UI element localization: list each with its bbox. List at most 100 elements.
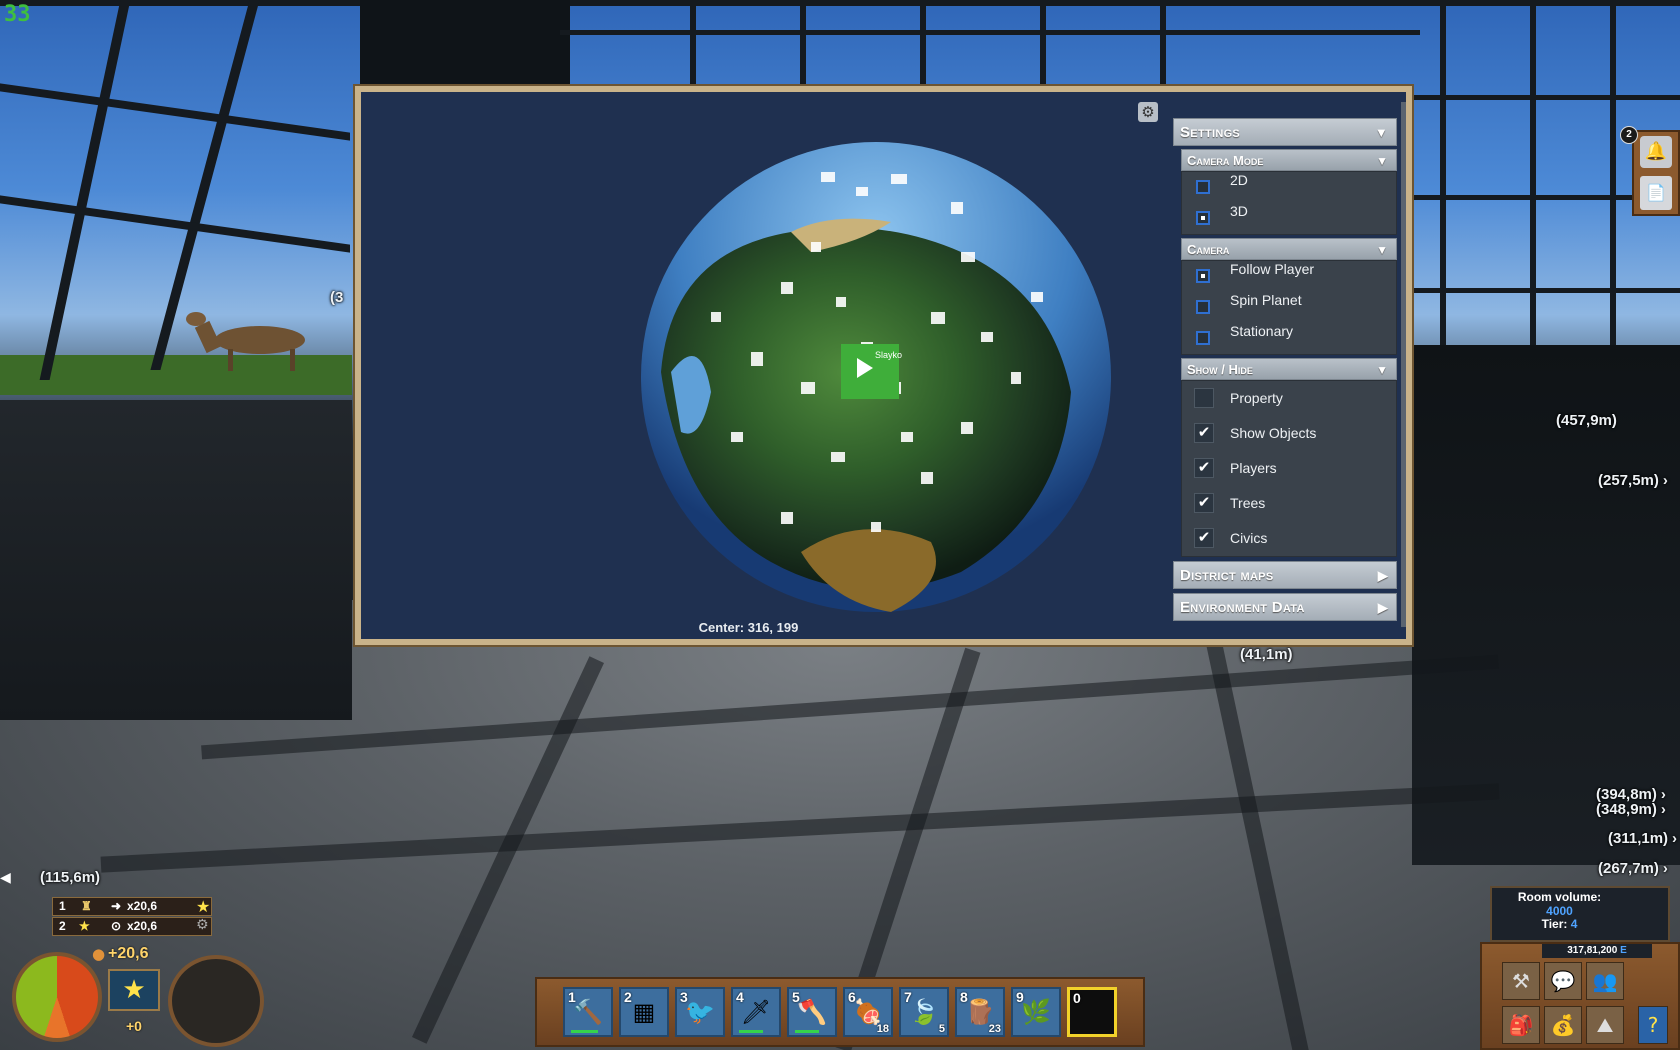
- gear-icon[interactable]: ⚙: [1138, 102, 1158, 122]
- hotbar-slot[interactable]: 🌿 9: [1011, 987, 1061, 1037]
- spin-planet-option[interactable]: Spin Planet: [1182, 292, 1396, 323]
- radio-button[interactable]: [1196, 211, 1210, 225]
- checkmark-icon[interactable]: ✔: [1194, 528, 1214, 548]
- map-viewport[interactable]: Slayko Center: 316, 199 ⚙ Settings ▼ Cam…: [361, 92, 1406, 639]
- chevron-right-icon: ▶: [1377, 568, 1388, 583]
- star-icon[interactable]: ★: [196, 897, 210, 916]
- property-toggle[interactable]: Property: [1182, 381, 1396, 416]
- slot-number: 7: [904, 989, 912, 1005]
- radio-button[interactable]: [1196, 269, 1210, 283]
- checkmark-icon[interactable]: ✔: [1194, 423, 1214, 443]
- backpack-icon[interactable]: 🎒: [1502, 1006, 1540, 1044]
- chevron-down-icon: ▼: [1376, 363, 1388, 377]
- slot-number: 5: [792, 989, 800, 1005]
- bell-icon[interactable]: 🔔: [1640, 136, 1672, 168]
- panel-scrollbar[interactable]: [1401, 102, 1406, 627]
- camera-header[interactable]: Camera ▼: [1181, 238, 1397, 260]
- distance-marker: (257,5m) ›: [1598, 472, 1668, 489]
- map-center-coordinates: Center: 316, 199: [698, 620, 799, 635]
- toolbar-hotbar: 🔨 1 ▦ 2 🐦 3 🗡 4 🪓 5 🍖 6 18 🍃 7 5 🪵 8 23 🌿 9 0: [535, 977, 1145, 1047]
- window-beam: [1414, 288, 1680, 293]
- window-beam: [39, 0, 131, 380]
- planet-globe[interactable]: Slayko: [631, 132, 1121, 632]
- camera-mode-2d-option[interactable]: 2D: [1182, 172, 1396, 203]
- fps-counter: 33: [4, 2, 31, 27]
- radio-button[interactable]: [1196, 331, 1210, 345]
- camera-mode-3d-option[interactable]: 3D: [1182, 203, 1396, 234]
- radio-button[interactable]: [1196, 180, 1210, 194]
- window-beam: [1530, 0, 1536, 345]
- stationary-option[interactable]: Stationary: [1182, 323, 1396, 354]
- hotbar-slot[interactable]: 🔨 1: [563, 987, 613, 1037]
- follow-player-option[interactable]: Follow Player: [1182, 261, 1396, 292]
- food-gain-value: +20,6: [108, 945, 149, 962]
- camera-options: Follow Player Spin Planet Stationary: [1181, 260, 1397, 355]
- skill-star-icon[interactable]: ★: [108, 969, 160, 1011]
- civics-toggle[interactable]: ✔ Civics: [1182, 521, 1396, 556]
- window-beam: [1040, 0, 1046, 84]
- arrow-right-icon: ➜: [111, 899, 122, 913]
- reputation-value: x20,6: [127, 899, 158, 913]
- slot-number: 1: [568, 989, 576, 1005]
- reputation-row[interactable]: 2 ★ ⊙ x20,6: [52, 917, 212, 936]
- bell-icon: ♜: [81, 899, 92, 913]
- gavel-icon[interactable]: ⚒: [1502, 962, 1540, 1000]
- slot-number: 4: [736, 989, 744, 1005]
- chat-icon[interactable]: 💬: [1544, 962, 1582, 1000]
- hotbar-slot[interactable]: 🪵 8 23: [955, 987, 1005, 1037]
- map-icon[interactable]: ⛰: [1586, 1006, 1624, 1044]
- reputation-gain-value: +0: [126, 1018, 142, 1034]
- clock-icon: ⊙: [111, 919, 122, 933]
- star-icon: ★: [79, 919, 90, 933]
- durability-bar: [795, 1030, 819, 1033]
- distance-marker: (311,1m) ›: [1608, 830, 1678, 847]
- tier-label: Tier:: [1541, 917, 1568, 931]
- empty-status-dial: [168, 955, 264, 1047]
- window-beam: [1160, 0, 1166, 84]
- reputation-row[interactable]: 1 ♜ ➜ x20,6: [52, 897, 212, 916]
- window-beam: [0, 83, 350, 141]
- show-hide-options: Property ✔ Show Objects ✔ Players ✔ Trees ✔…: [1181, 380, 1397, 557]
- option-label: Trees: [1230, 495, 1266, 511]
- trees-toggle[interactable]: ✔ Trees: [1182, 486, 1396, 521]
- arrow-right-icon: ›: [1662, 860, 1668, 877]
- money-icon[interactable]: 💰: [1544, 1006, 1582, 1044]
- arrow-right-icon: ›: [1662, 472, 1668, 489]
- arrow-right-icon: ›: [1660, 801, 1666, 818]
- calorie-meter[interactable]: [12, 952, 102, 1042]
- hotbar-slot[interactable]: 🐦 3: [675, 987, 725, 1037]
- slot-number: 8: [960, 989, 968, 1005]
- environment-data-header[interactable]: Environment Data ▶: [1173, 593, 1397, 621]
- camera-mode-header[interactable]: Camera Mode ▼: [1181, 149, 1397, 171]
- district-maps-header[interactable]: District maps ▶: [1173, 561, 1397, 589]
- document-icon[interactable]: 📄: [1640, 176, 1672, 210]
- option-label: Property: [1230, 390, 1283, 406]
- notification-panel: 🔔 📄: [1632, 130, 1680, 216]
- camera-title: Camera: [1187, 242, 1230, 257]
- distance-marker: (267,7m) ›: [1598, 860, 1668, 877]
- chevron-down-icon: ▼: [1376, 154, 1388, 168]
- checkmark-icon[interactable]: ✔: [1194, 458, 1214, 478]
- hotbar-slot[interactable]: 🗡 4: [731, 987, 781, 1037]
- distance-marker: (348,9m) ›: [1596, 801, 1666, 818]
- hotbar-slot[interactable]: 0: [1067, 987, 1117, 1037]
- show-objects-toggle[interactable]: ✔ Show Objects: [1182, 416, 1396, 451]
- hotbar-slot[interactable]: 🪓 5: [787, 987, 837, 1037]
- help-icon[interactable]: ?: [1638, 1006, 1668, 1044]
- hotbar-slot[interactable]: 🍖 6 18: [843, 987, 893, 1037]
- people-icon[interactable]: 👥: [1586, 962, 1624, 1000]
- show-hide-header[interactable]: Show / Hide ▼: [1181, 358, 1397, 380]
- players-toggle[interactable]: ✔ Players: [1182, 451, 1396, 486]
- checkmark-icon[interactable]: ✔: [1194, 493, 1214, 513]
- hotbar-slot[interactable]: 🍃 7 5: [899, 987, 949, 1037]
- checkbox[interactable]: [1194, 388, 1214, 408]
- radio-button[interactable]: [1196, 300, 1210, 314]
- money-value: 317,81,200: [1567, 945, 1618, 956]
- gear-icon[interactable]: ⚙: [196, 917, 209, 933]
- option-label: Players: [1230, 460, 1277, 476]
- hotbar-slot[interactable]: ▦ 2: [619, 987, 669, 1037]
- slot-count: 5: [938, 1023, 945, 1035]
- deer-animal[interactable]: [180, 305, 320, 375]
- window-beam: [0, 195, 350, 253]
- settings-header[interactable]: Settings ▼: [1173, 118, 1397, 146]
